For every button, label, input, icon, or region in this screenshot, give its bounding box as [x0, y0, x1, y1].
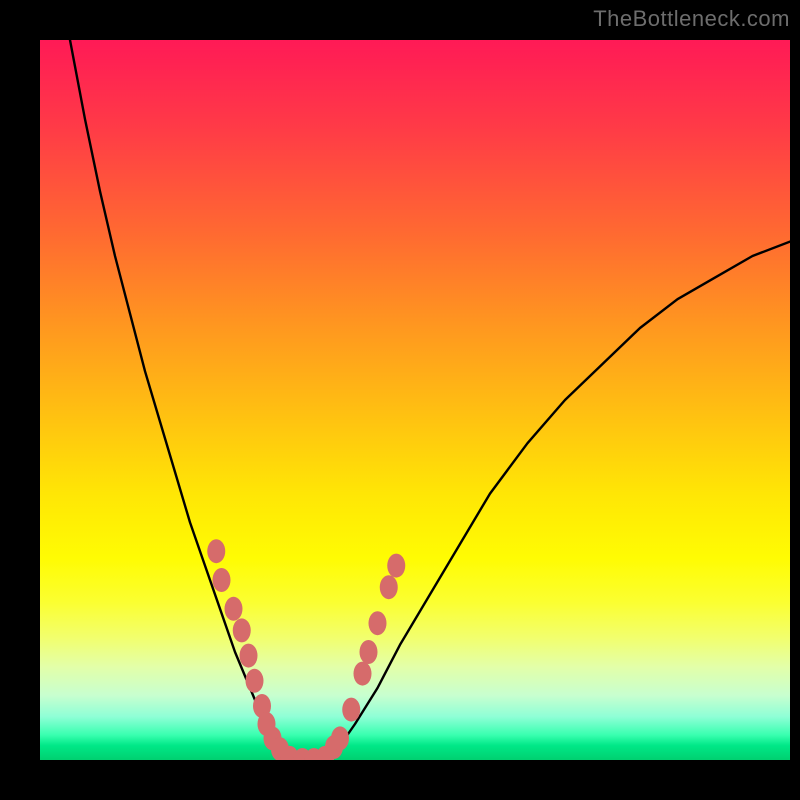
curve-left_curve — [70, 40, 295, 760]
curves-svg — [40, 40, 790, 760]
scatter-point — [240, 644, 258, 668]
scatter-point — [360, 640, 378, 664]
scatter-point — [369, 611, 387, 635]
scatter-point — [233, 618, 251, 642]
scatter-point — [354, 662, 372, 686]
scatter-point — [331, 726, 349, 750]
scatter-point — [225, 597, 243, 621]
watermark-text: TheBottleneck.com — [593, 6, 790, 32]
scatter-point — [213, 568, 231, 592]
scatter-point — [207, 539, 225, 563]
plot-area — [40, 40, 790, 760]
chart-frame: TheBottleneck.com — [0, 0, 800, 800]
scatter-point — [246, 669, 264, 693]
scatter-point — [380, 575, 398, 599]
scatter-point — [387, 554, 405, 578]
curve-right_curve — [325, 242, 790, 760]
scatter-point — [342, 698, 360, 722]
